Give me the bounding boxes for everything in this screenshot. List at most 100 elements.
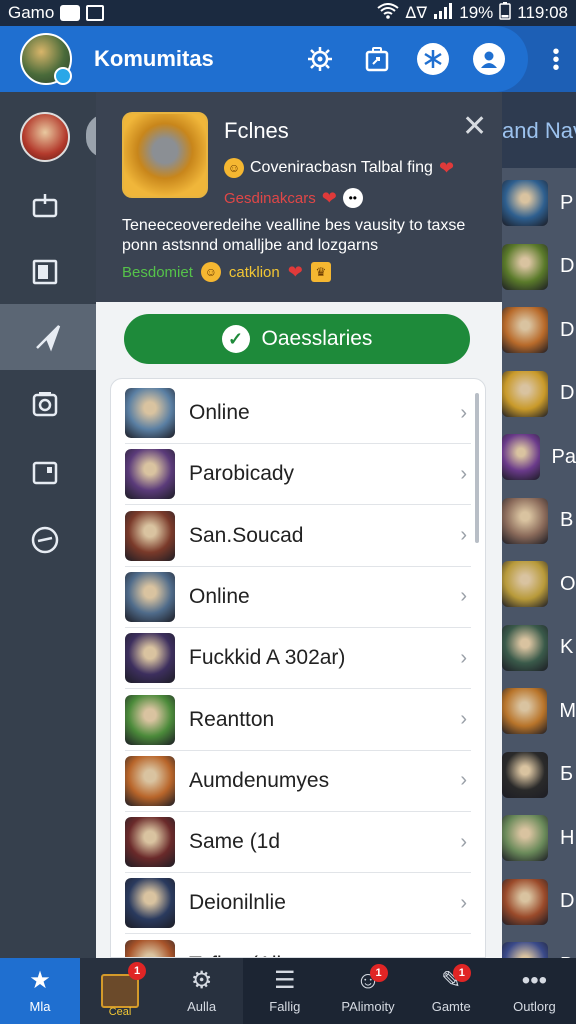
compass-icon[interactable] [29,524,61,556]
nav-item-aulla[interactable]: ⚙ Aulla [160,958,244,1024]
primary-action-button[interactable]: ✓ Oaesslaries [124,314,470,364]
verified-badge-icon [54,67,72,85]
nav-label: Fallig [269,998,301,1014]
game-secondary-label: Gesdinakcars [224,189,316,207]
background-list-row[interactable]: D [500,238,576,296]
settings-gear-icon[interactable] [303,42,337,76]
list-item-label: Deionilnlie [189,891,286,915]
background-thumbnail [502,434,540,480]
game-header: Fclnes ✕ ☺ Coveniracbasn Talbal fing ❤ G… [96,92,502,302]
nav-badge: 1 [452,964,471,982]
background-row-label: P [560,191,574,214]
game-detail-panel: Fclnes ✕ ☺ Coveniracbasn Talbal fing ❤ G… [96,92,502,958]
smile-emoji-icon: ☺ [200,262,221,282]
profile-avatar[interactable] [20,33,72,85]
chevron-right-icon: › [460,585,467,608]
smile-emoji-icon: ☺ [224,158,244,178]
background-list-row[interactable]: Pa [500,428,576,486]
background-list-row[interactable]: D [500,873,576,931]
list-item[interactable]: Same (1d › [125,812,471,874]
eyes-emoji-icon: •• [342,188,363,208]
nav-label: PAlimoity [341,998,395,1014]
list-item[interactable]: Parobicady › [125,444,471,506]
background-list-row[interactable]: D [500,301,576,359]
background-row-label: D [560,382,575,404]
chevron-right-icon: › [460,891,467,914]
close-icon[interactable]: ✕ [462,112,487,142]
camera-icon[interactable] [29,388,61,420]
background-list-row[interactable]: B [500,492,576,550]
list-item[interactable]: Online › [125,567,471,628]
game-name: Fclnes [224,118,289,143]
background-row-label: Б [560,763,574,785]
nav-item-fallig[interactable]: ☰ Fallig [243,958,326,1024]
carrier-label: Gamo [8,3,55,22]
nav-item-gamte[interactable]: ✎ 1 Gamte [410,958,493,1024]
background-list-row[interactable]: O [500,555,576,613]
list-item[interactable]: Deionilnlie › [125,873,471,935]
background-thumbnail [502,307,548,353]
list-item[interactable]: Online › [125,383,471,444]
background-thumbnail [502,370,548,417]
game-avatar-thumbnail [125,878,175,929]
signal-icon [433,2,453,24]
chevron-right-icon: › [460,462,467,485]
asterisk-icon[interactable] [417,43,449,75]
background-list-row[interactable]: D [500,365,576,423]
background-list-row[interactable]: K [500,619,576,677]
nav-item-outlorg[interactable]: ••• Outlorg [493,958,576,1024]
heart-icon: ❤ [438,157,455,178]
list-item[interactable]: Reantton › [125,690,471,751]
background-thumbnail [502,180,548,226]
nav-item-palimoity[interactable]: ☺ 1 PAlimoity [326,958,409,1024]
list-item[interactable]: Aumdenumyes › [125,751,471,812]
data-icon: ᐃᐁ [405,5,428,22]
list-item[interactable]: San.Soucad › [125,506,471,567]
rail-avatar[interactable] [20,112,70,162]
background-thumbnail [502,497,548,544]
background-thumbnail [502,243,548,290]
status-bar: Gamo ᐃᐁ 19% 119:08 [0,0,576,26]
background-list-row[interactable]: H [500,809,576,867]
send-icon[interactable] [0,304,96,370]
game-thumbnail [122,112,208,198]
app-title: Komumitas [94,46,214,71]
game-subtitle: Coveniracbasn Talbal fing [250,159,433,176]
list-item-label: Parobicady [189,462,295,486]
battery-level: 19% [459,3,494,22]
background-list-row[interactable]: Б [500,746,576,804]
chevron-right-icon: › [460,524,467,547]
background-thumbnail [502,751,548,798]
game-avatar-thumbnail [125,694,175,745]
list-item-label: Online [189,584,250,608]
account-icon[interactable] [473,43,505,75]
panel-icon[interactable] [29,256,61,288]
list-item-label: Aumdenumyes [189,768,330,792]
side-rail [0,92,106,958]
nav-item-mla[interactable]: ★ Mla [0,958,80,1024]
game-avatar-thumbnail [125,510,175,561]
chevron-right-icon: › [460,830,467,853]
scrollbar[interactable] [475,393,479,543]
share-icon[interactable] [360,42,394,76]
background-list-header: and Nav [500,92,576,168]
heart-icon: ❤ [321,187,337,208]
game-avatar-thumbnail [125,817,175,868]
nav-item-game[interactable]: 1 Ceal [80,958,160,1024]
background-list-row[interactable]: M [500,682,576,740]
list-item[interactable]: Tofino (Allo› [125,935,471,957]
wifi-icon [377,2,399,24]
battery-icon [499,1,512,25]
game-avatar-thumbnail [125,388,175,438]
list-item[interactable]: Fuckkid A 302ar) › [125,628,471,690]
background-row-label: B [560,509,574,531]
window-icon[interactable] [29,456,61,488]
game-cover-caption: Ceal [108,1006,132,1018]
background-thumbnail [502,878,548,925]
game-avatar-thumbnail [125,449,175,500]
more-menu-icon[interactable]: • • • [552,42,560,78]
chevron-right-icon: › [460,769,467,792]
background-list-row[interactable]: P [500,174,576,232]
briefcase-icon[interactable] [29,190,61,222]
chevron-right-icon: › [460,401,467,424]
